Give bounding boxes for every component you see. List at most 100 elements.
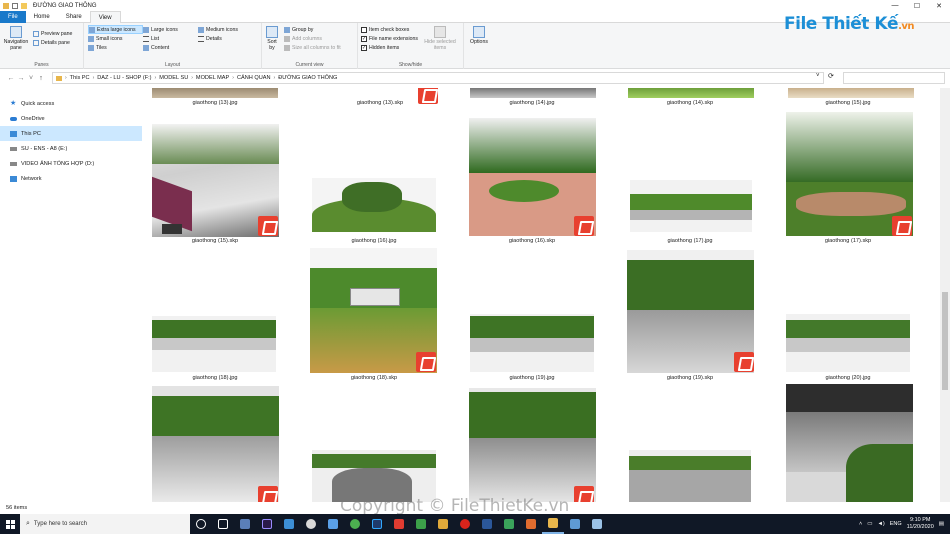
taskbar-app[interactable]: [256, 514, 278, 534]
checkbox-unchecked[interactable]: [361, 26, 367, 33]
item-check-boxes-toggle[interactable]: Item check boxes: [361, 25, 418, 34]
details-pane-button[interactable]: Details pane: [33, 38, 72, 47]
thumbnail-image[interactable]: [152, 386, 279, 502]
sidebar-item-drive-d[interactable]: VIDEO ẢNH TỔNG HỢP (D:): [0, 156, 142, 171]
add-columns-button[interactable]: Add columns: [284, 34, 341, 43]
file-label[interactable]: giaothong (13).jpg: [145, 100, 285, 106]
file-extensions-toggle[interactable]: ✓ File name extensions: [361, 34, 418, 43]
breadcrumb-canh-quan[interactable]: CẢNH QUAN: [234, 75, 274, 81]
taskbar-app[interactable]: [454, 514, 476, 534]
vertical-scrollbar[interactable]: [940, 88, 950, 502]
checkbox-checked[interactable]: ✓: [361, 35, 367, 42]
content-button[interactable]: Content: [143, 43, 198, 52]
file-label[interactable]: giaothong (14).jpg: [462, 100, 602, 106]
thumbnail-image[interactable]: [628, 88, 754, 98]
hidden-items-toggle[interactable]: ✓ Hidden items: [361, 43, 418, 52]
taskbar-app[interactable]: [366, 514, 388, 534]
chevron-up-icon[interactable]: ˄: [859, 521, 862, 527]
small-icons-button[interactable]: Small icons: [88, 34, 143, 43]
file-label[interactable]: giaothong (17).jpg: [620, 238, 760, 244]
scrollbar-thumb[interactable]: [942, 292, 948, 390]
forward-button[interactable]: →: [16, 75, 26, 82]
thumbnail-image[interactable]: [629, 450, 751, 502]
close-button[interactable]: ✕: [928, 0, 950, 11]
taskbar-app[interactable]: [322, 514, 344, 534]
dropdown-arrow-icon[interactable]: ˅: [816, 73, 820, 79]
thumbnail-image[interactable]: [470, 314, 594, 372]
thumbnail-image[interactable]: [786, 384, 913, 502]
taskbar-search[interactable]: ⌕ Type here to search: [20, 514, 190, 534]
tiles-button[interactable]: Tiles: [88, 43, 143, 52]
taskbar-app[interactable]: [520, 514, 542, 534]
hide-selected-button[interactable]: Hide selected items: [420, 26, 460, 51]
thumbnail-image[interactable]: [470, 88, 596, 98]
file-label[interactable]: giaothong (18).jpg: [145, 375, 285, 381]
task-view-button[interactable]: [190, 514, 212, 534]
tab-share[interactable]: Share: [58, 11, 90, 23]
file-label[interactable]: giaothong (16).skp: [462, 238, 602, 244]
options-button[interactable]: Options: [468, 26, 490, 45]
recent-locations-button[interactable]: ˅: [26, 75, 36, 82]
notifications-icon[interactable]: ▤: [939, 521, 944, 527]
file-label[interactable]: giaothong (19).skp: [620, 375, 760, 381]
clock[interactable]: 9:10 PM 11/20/2020: [907, 517, 934, 531]
file-label[interactable]: giaothong (15).jpg: [778, 100, 918, 106]
taskbar-app[interactable]: [212, 514, 234, 534]
breadcrumb-drive-f[interactable]: DAZ - LU - SHOP (F:): [94, 75, 154, 81]
file-label[interactable]: giaothong (20).jpg: [778, 375, 918, 381]
size-columns-button[interactable]: Size all columns to fit: [284, 43, 341, 52]
sidebar-item-this-pc[interactable]: This PC: [0, 126, 142, 141]
properties-icon[interactable]: [12, 2, 18, 9]
file-label[interactable]: giaothong (13).skp: [310, 100, 450, 106]
thumbnail-image[interactable]: [152, 316, 276, 372]
sort-by-button[interactable]: Sort by: [264, 26, 280, 51]
taskbar-app[interactable]: [476, 514, 498, 534]
sidebar-item-drive-e[interactable]: SU - ENS - A8 (E:): [0, 141, 142, 156]
thumbnail-image[interactable]: [312, 178, 436, 232]
start-button[interactable]: [0, 514, 20, 534]
taskbar-app-file-explorer[interactable]: [542, 514, 564, 534]
breadcrumb-duong-giao-thong[interactable]: ĐƯỜNG GIAO THÔNG: [275, 75, 340, 81]
taskbar-app[interactable]: [432, 514, 454, 534]
thumbnail-image[interactable]: [312, 450, 436, 502]
file-label[interactable]: giaothong (16).jpg: [304, 238, 444, 244]
thumbnail-image[interactable]: [786, 314, 910, 372]
preview-pane-button[interactable]: Preview pane: [33, 29, 72, 38]
taskbar-app[interactable]: [234, 514, 256, 534]
list-button[interactable]: List: [143, 34, 198, 43]
file-label[interactable]: giaothong (18).skp: [304, 375, 444, 381]
navigation-pane-button[interactable]: Navigation pane: [3, 26, 29, 51]
taskbar-app[interactable]: [586, 514, 608, 534]
thumbnail-image[interactable]: [788, 88, 914, 98]
refresh-button[interactable]: ⟳: [828, 72, 834, 80]
taskbar-app[interactable]: [498, 514, 520, 534]
network-icon[interactable]: ▭: [867, 521, 872, 527]
taskbar-app[interactable]: [300, 514, 322, 534]
file-label[interactable]: giaothong (14).skp: [620, 100, 760, 106]
sidebar-item-network[interactable]: Network: [0, 171, 142, 186]
new-folder-icon[interactable]: [21, 2, 27, 9]
tab-view[interactable]: View: [89, 10, 121, 23]
taskbar-app[interactable]: [388, 514, 410, 534]
taskbar-app[interactable]: [410, 514, 432, 534]
sidebar-item-quick-access[interactable]: ★ Quick access: [0, 96, 142, 111]
taskbar-app[interactable]: [278, 514, 300, 534]
address-bar[interactable]: › This PC › DAZ - LU - SHOP (F:) › MODEL SU…: [52, 72, 824, 84]
breadcrumb-this-pc[interactable]: This PC: [67, 75, 93, 81]
file-label[interactable]: giaothong (17).skp: [778, 238, 918, 244]
medium-icons-button[interactable]: Medium icons: [198, 25, 253, 34]
group-by-button[interactable]: Group by: [284, 25, 341, 34]
language-indicator[interactable]: ENG: [890, 521, 902, 527]
taskbar-app[interactable]: [564, 514, 586, 534]
large-icons-button[interactable]: Large icons: [143, 25, 198, 34]
tab-home[interactable]: Home: [26, 11, 58, 23]
tab-file[interactable]: File: [0, 10, 26, 23]
sidebar-item-onedrive[interactable]: OneDrive: [0, 111, 142, 126]
thumbnail-image[interactable]: [152, 88, 278, 98]
minimize-button[interactable]: —: [884, 0, 906, 11]
maximize-button[interactable]: ☐: [906, 0, 928, 11]
back-button[interactable]: ←: [6, 75, 16, 82]
up-button[interactable]: ↑: [36, 75, 46, 82]
details-button[interactable]: Details: [198, 34, 253, 43]
extra-large-icons-button[interactable]: Extra large icons: [88, 25, 143, 34]
